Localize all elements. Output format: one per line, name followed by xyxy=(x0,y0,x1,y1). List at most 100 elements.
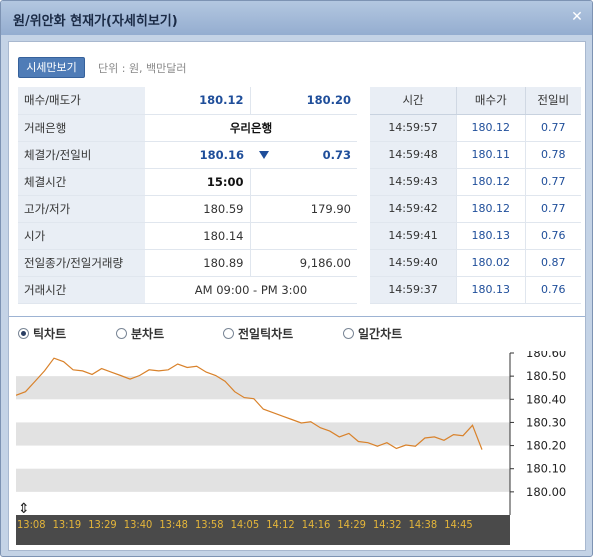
info-label: 거래시간 xyxy=(18,276,145,304)
move-cursor-icon: ⇕ xyxy=(18,501,30,517)
column-header-time: 시간 xyxy=(370,87,458,115)
info-label: 체결가/전일비 xyxy=(18,141,145,169)
y-tick-label: 180.50 xyxy=(526,369,566,383)
table-row: 14:59:57 180.12 0.77 xyxy=(370,114,581,142)
info-row-last-change: 체결가/전일비 180.16 0.73 xyxy=(18,141,357,169)
trade-change-cell: 0.78 xyxy=(525,141,581,169)
last-price: 180.16 xyxy=(145,141,250,169)
trade-header-row: 시간 매수가 전일비 xyxy=(370,87,581,115)
tick-chart[interactable]: 180.60 180.50 180.40 180.30 180.20 180.10 180.… xyxy=(16,351,581,545)
radio-label: 분차트 xyxy=(131,327,165,341)
trade-time-cell: 14:59:37 xyxy=(370,276,458,304)
x-tick-label: 13:08 xyxy=(17,518,46,531)
info-label: 거래은행 xyxy=(18,114,145,142)
x-tick-label: 13:40 xyxy=(124,518,153,531)
x-tick-label: 14:32 xyxy=(373,518,402,531)
y-tick-label: 180.30 xyxy=(526,415,566,429)
grid-band xyxy=(16,422,510,446)
trade-change-cell: 0.77 xyxy=(525,195,581,223)
info-row-prev-close: 전일종가/전일거래량 180.89 9,186.00 xyxy=(18,249,357,277)
title-bar[interactable]: 원/위안화 현재가(자세히보기) ✕ xyxy=(1,1,592,35)
chart-canvas: 180.60 180.50 180.40 180.30 180.20 180.10 180.… xyxy=(16,351,566,545)
prev-volume: 9,186.00 xyxy=(250,249,357,277)
close-icon[interactable]: ✕ xyxy=(570,9,584,25)
trade-time-cell: 14:59:48 xyxy=(370,141,458,169)
info-row-bank: 거래은행 우리은행 xyxy=(18,114,357,142)
low-price: 179.90 xyxy=(250,195,357,223)
x-tick-label: 14:29 xyxy=(337,518,366,531)
table-row: 14:59:48 180.11 0.78 xyxy=(370,141,581,169)
radio-prev-tick-chart[interactable]: 전일틱차트 xyxy=(223,325,293,342)
column-header-price: 매수가 xyxy=(456,87,526,115)
unit-label: 단위 : 원, 백만달러 xyxy=(98,62,187,75)
quote-window: 원/위안화 현재가(자세히보기) ✕ 시세만보기 단위 : 원, 백만달러 매수… xyxy=(0,0,593,557)
table-row: 14:59:42 180.12 0.77 xyxy=(370,195,581,223)
info-row-hours: 거래시간 AM 09:00 - PM 3:00 xyxy=(18,276,357,304)
bid-price: 180.12 xyxy=(145,87,251,115)
x-tick-label: 13:19 xyxy=(53,518,82,531)
info-label: 전일종가/전일거래량 xyxy=(18,249,145,277)
open-price: 180.14 xyxy=(145,222,251,250)
table-row: 14:59:40 180.02 0.87 xyxy=(370,249,581,277)
table-row: 14:59:43 180.12 0.77 xyxy=(370,168,581,196)
radio-label: 전일틱차트 xyxy=(238,327,294,341)
down-arrow-icon xyxy=(258,151,269,159)
trade-change-cell: 0.87 xyxy=(525,249,581,277)
info-row-high-low: 고가/저가 180.59 179.90 xyxy=(18,195,357,223)
info-row-open: 시가 180.14 xyxy=(18,222,357,250)
empty-cell xyxy=(250,168,357,196)
radio-selected-icon xyxy=(18,328,29,339)
trade-time-cell: 14:59:42 xyxy=(370,195,458,223)
radio-minute-chart[interactable]: 분차트 xyxy=(116,325,164,342)
grid-band xyxy=(16,468,510,492)
radio-daily-chart[interactable]: 일간차트 xyxy=(343,325,402,342)
prev-close: 180.89 xyxy=(145,249,251,277)
trade-price-cell: 180.13 xyxy=(456,276,526,304)
ask-price: 180.20 xyxy=(250,87,357,115)
trade-ticks-table: 시간 매수가 전일비 14:59:57 180.12 0.77 14:59:48 180… xyxy=(370,87,581,304)
x-tick-label: 14:16 xyxy=(302,518,331,531)
trading-hours: AM 09:00 - PM 3:00 xyxy=(145,276,357,304)
info-row-trade-time: 체결시간 15:00 xyxy=(18,168,357,196)
trade-price-cell: 180.12 xyxy=(456,168,526,196)
info-row-bid-ask: 매수/매도가 180.12 180.20 xyxy=(18,87,357,115)
y-tick-label: 180.60 xyxy=(526,351,566,360)
x-tick-label: 14:05 xyxy=(231,518,260,531)
trade-price-cell: 180.12 xyxy=(456,195,526,223)
table-row: 14:59:37 180.13 0.76 xyxy=(370,276,581,304)
y-tick-label: 180.40 xyxy=(526,392,566,406)
trade-change-cell: 0.77 xyxy=(525,168,581,196)
trade-price-cell: 180.02 xyxy=(456,249,526,277)
column-header-change: 전일비 xyxy=(525,87,581,115)
table-row: 14:59:41 180.13 0.76 xyxy=(370,222,581,250)
y-tick-label: 180.00 xyxy=(526,485,566,499)
window-title: 원/위안화 현재가(자세히보기) xyxy=(13,14,178,29)
x-tick-label: 13:58 xyxy=(195,518,224,531)
radio-label: 일간차트 xyxy=(358,327,403,341)
info-label: 매수/매도가 xyxy=(18,87,145,115)
y-tick-label: 180.10 xyxy=(526,462,566,476)
change-cell: 0.73 xyxy=(250,141,357,169)
info-label: 시가 xyxy=(18,222,145,250)
main-panel: 시세만보기 단위 : 원, 백만달러 매수/매도가 180.12 180.20 … xyxy=(8,41,586,551)
change-value: 0.73 xyxy=(322,147,351,162)
summary-view-button[interactable]: 시세만보기 xyxy=(18,57,85,78)
trade-price-cell: 180.11 xyxy=(456,141,526,169)
radio-tick-chart[interactable]: 틱차트 xyxy=(18,325,66,342)
info-label: 체결시간 xyxy=(18,168,145,196)
high-price: 180.59 xyxy=(145,195,251,223)
x-tick-label: 14:12 xyxy=(266,518,295,531)
radio-unselected-icon xyxy=(116,328,127,339)
trade-time: 15:00 xyxy=(145,168,251,196)
empty-cell xyxy=(250,222,357,250)
x-tick-label: 13:29 xyxy=(88,518,117,531)
trade-change-cell: 0.76 xyxy=(525,276,581,304)
trade-time-cell: 14:59:57 xyxy=(370,114,458,142)
trade-change-cell: 0.77 xyxy=(525,114,581,142)
grid-band xyxy=(16,376,510,400)
x-tick-label: 14:45 xyxy=(444,518,473,531)
x-tick-label: 14:38 xyxy=(409,518,438,531)
trade-time-cell: 14:59:41 xyxy=(370,222,458,250)
trade-price-cell: 180.13 xyxy=(456,222,526,250)
trade-change-cell: 0.76 xyxy=(525,222,581,250)
